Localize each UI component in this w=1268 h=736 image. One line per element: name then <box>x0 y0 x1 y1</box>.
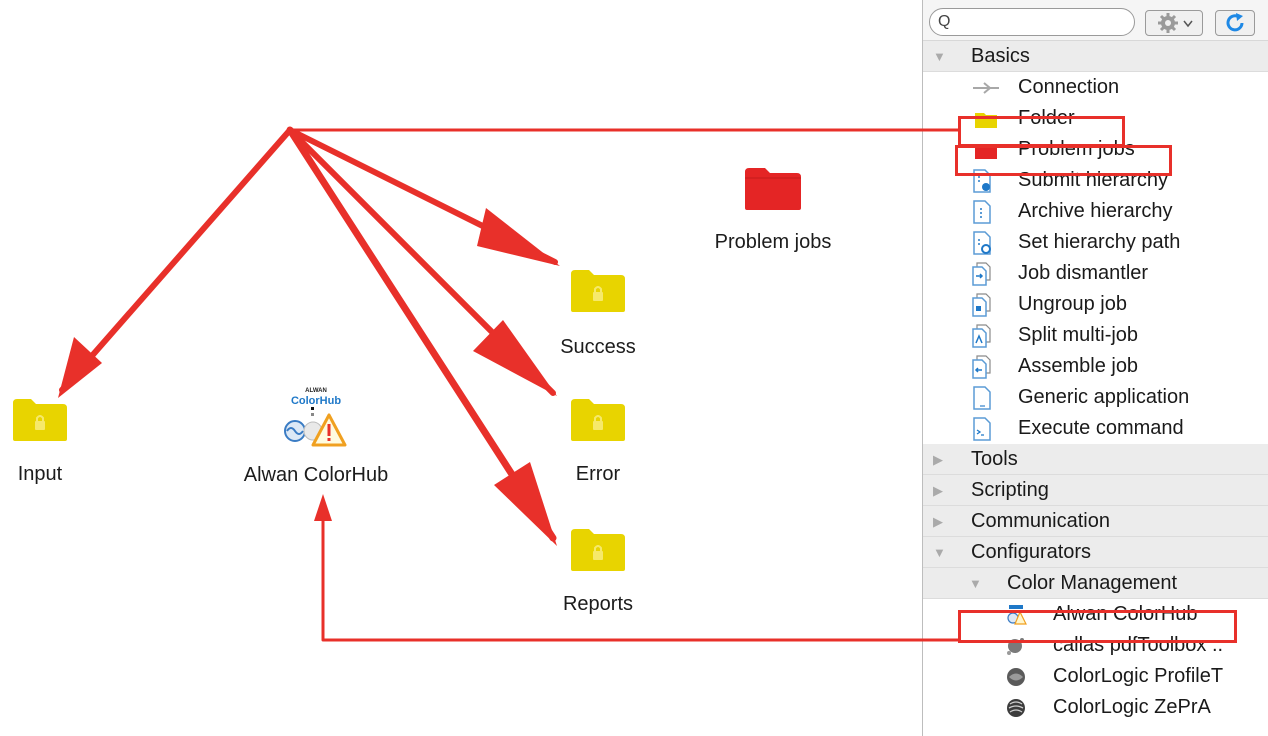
expand-triangle-icon: ▼ <box>969 576 982 591</box>
collapsed-triangle-icon: ▶ <box>933 514 943 529</box>
element-label: Generic application <box>1018 386 1190 408</box>
problem-jobs-node[interactable]: Problem jobs <box>698 166 848 254</box>
category-configurators[interactable]: ▼ Configurators <box>923 537 1268 568</box>
element-archive-hierarchy[interactable]: Archive hierarchy <box>923 196 1268 227</box>
locked-folder-icon <box>571 270 625 312</box>
locked-folder-icon <box>13 399 67 441</box>
refresh-icon <box>1226 13 1244 32</box>
colorhub-logo-text: ColorHub <box>290 395 342 407</box>
element-colorlogic-zepra[interactable]: ColorLogic ZePrA <box>923 692 1268 723</box>
reports-folder-node[interactable]: Reports <box>548 527 648 616</box>
colorlogic-zepra-icon <box>1007 699 1025 717</box>
search-input[interactable]: Q <box>929 8 1135 36</box>
alwan-colorhub-logo: ALWAN ColorHub <box>281 388 351 452</box>
element-set-hierarchy-path[interactable]: Set hierarchy path <box>923 227 1268 258</box>
alwan-colorhub-label: Alwan ColorHub <box>243 464 389 486</box>
split-multi-job-icon <box>972 324 991 348</box>
category-label: Basics <box>971 45 1030 67</box>
error-label: Error <box>575 463 621 485</box>
generic-application-icon <box>973 386 991 410</box>
highlight-box-folder <box>958 116 1125 147</box>
category-color-management[interactable]: ▼ Color Management <box>923 568 1268 599</box>
locked-folder-icon <box>571 529 625 571</box>
expand-triangle-icon: ▼ <box>933 49 946 64</box>
element-label: Execute command <box>1018 417 1184 439</box>
success-folder-node[interactable]: Success <box>548 268 648 359</box>
category-label: Communication <box>971 510 1110 532</box>
highlight-box-problem-jobs <box>955 145 1172 176</box>
refresh-button[interactable] <box>1215 10 1255 36</box>
category-label: Color Management <box>1007 572 1178 594</box>
element-label: Archive hierarchy <box>1018 200 1173 222</box>
highlight-box-alwan-colorhub <box>958 610 1237 643</box>
execute-command-icon <box>973 417 991 441</box>
element-label: Set hierarchy path <box>1018 231 1181 253</box>
category-tools[interactable]: ▶ Tools <box>923 444 1268 475</box>
elements-toolbar: Q <box>923 0 1268 41</box>
element-label: Ungroup job <box>1018 293 1127 315</box>
element-job-dismantler[interactable]: Job dismantler <box>923 258 1268 289</box>
expand-triangle-icon: ▼ <box>933 545 946 560</box>
category-label: Tools <box>971 448 1018 470</box>
element-execute-command[interactable]: Execute command <box>923 413 1268 444</box>
connection-icon <box>973 82 999 94</box>
collapsed-triangle-icon: ▶ <box>933 452 943 467</box>
element-connection[interactable]: Connection <box>923 72 1268 103</box>
collapsed-triangle-icon: ▶ <box>933 483 943 498</box>
category-scripting[interactable]: ▶ Scripting <box>923 475 1268 506</box>
element-label: ColorLogic ProfileT <box>1053 665 1224 687</box>
input-label: Input <box>17 463 63 485</box>
problem-folder-icon <box>745 168 801 210</box>
element-ungroup-job[interactable]: Ungroup job <box>923 289 1268 320</box>
element-label: Connection <box>1018 76 1120 98</box>
alwan-colorhub-node[interactable]: ALWAN ColorHub Alwan ColorHub <box>216 388 416 487</box>
archive-hierarchy-icon <box>973 200 991 224</box>
colorhub-warning-icon <box>284 407 347 447</box>
success-label: Success <box>560 336 636 358</box>
gear-icon <box>1158 13 1193 33</box>
element-split-multi-job[interactable]: Split multi-job <box>923 320 1268 351</box>
element-generic-application[interactable]: Generic application <box>923 382 1268 413</box>
colorlogic-profile-icon <box>1007 668 1025 686</box>
flow-canvas[interactable]: Problem jobs Success Error Reports Input… <box>0 0 922 736</box>
element-label: Job dismantler <box>1018 262 1149 284</box>
element-label: ColorLogic ZePrA <box>1053 696 1211 718</box>
job-dismantler-icon <box>972 262 991 286</box>
error-folder-node[interactable]: Error <box>548 397 648 486</box>
category-basics[interactable]: ▼ Basics <box>923 41 1268 72</box>
element-label: Split multi-job <box>1018 324 1139 346</box>
ungroup-job-icon <box>972 293 991 317</box>
category-label: Configurators <box>971 541 1092 563</box>
assemble-job-icon <box>972 355 991 379</box>
set-hierarchy-path-icon <box>973 231 991 255</box>
reports-label: Reports <box>562 593 634 615</box>
element-assemble-job[interactable]: Assemble job <box>923 351 1268 382</box>
category-label: Scripting <box>971 479 1049 501</box>
settings-menu-button[interactable] <box>1145 10 1203 36</box>
input-folder-node[interactable]: Input <box>0 397 80 486</box>
element-label: Assemble job <box>1018 355 1139 377</box>
element-colorlogic-profile[interactable]: ColorLogic ProfileT <box>923 661 1268 692</box>
category-communication[interactable]: ▶ Communication <box>923 506 1268 537</box>
problem-jobs-label: Problem jobs <box>714 231 832 253</box>
locked-folder-icon <box>571 399 625 441</box>
alwan-logo-text: ALWAN <box>305 388 327 394</box>
